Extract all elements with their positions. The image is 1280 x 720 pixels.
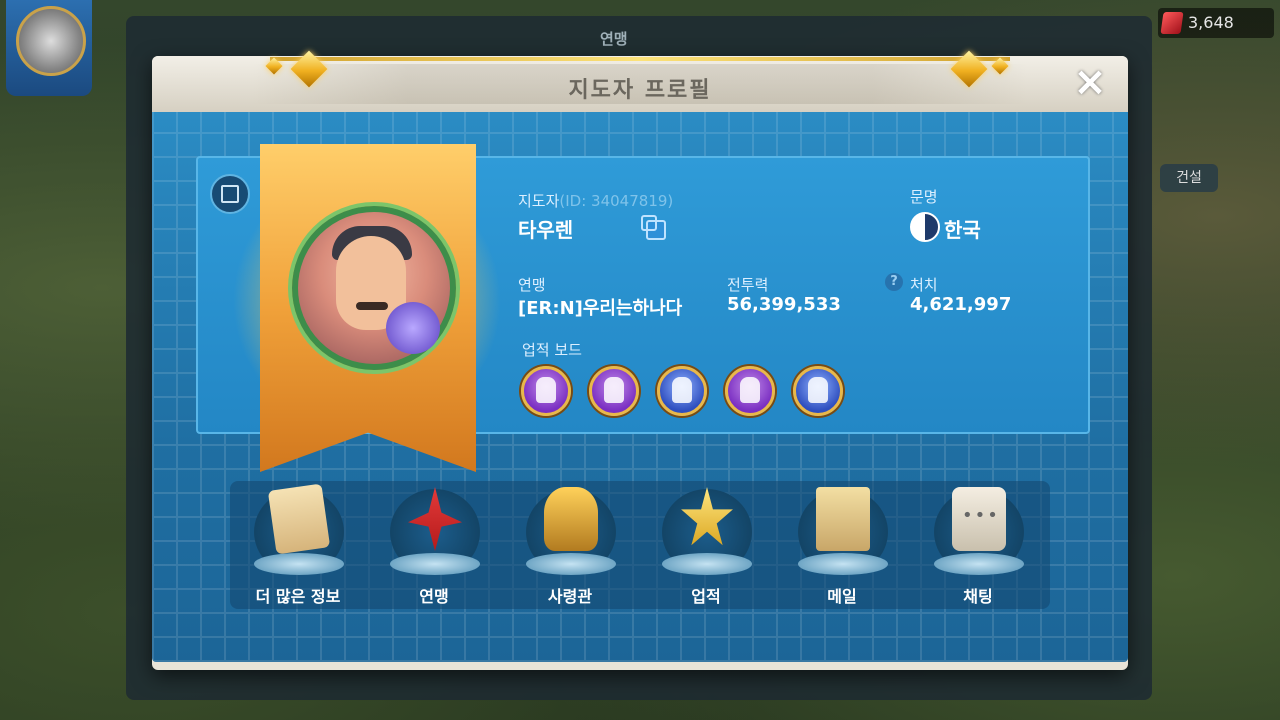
build-button[interactable]: 건설	[1160, 164, 1218, 192]
change-portrait-icon[interactable]	[210, 174, 250, 214]
iris-flower-icon	[386, 302, 440, 354]
achievement-shield-icon[interactable]	[657, 366, 707, 416]
power-label: 전투력	[727, 276, 769, 294]
close-icon[interactable]: ×	[1070, 62, 1110, 104]
kills-label: 처치	[910, 276, 938, 294]
action-bar: 더 많은 정보 연맹 사령관 업적 메일 ••• 채팅	[230, 481, 1050, 609]
leader-name: 타우렌	[518, 218, 574, 242]
portrait-mustache	[356, 302, 388, 310]
modal-title: 지도자 프로필	[568, 78, 712, 103]
korea-flag-icon	[910, 212, 940, 242]
player-avatar-badge[interactable]	[6, 0, 92, 96]
action-pedestal	[798, 553, 888, 575]
chat-label: 채팅	[963, 587, 993, 606]
modal-header: 지도자 프로필 ×	[152, 50, 1128, 112]
commander-button[interactable]: 사령관	[510, 481, 630, 609]
scroll-icon	[267, 483, 331, 555]
achievement-general-icon[interactable]	[725, 366, 775, 416]
alliance-button[interactable]: 연맹	[374, 481, 494, 609]
alliance-label: 연맹	[419, 587, 449, 606]
player-avatar	[16, 6, 86, 76]
mail-icon	[816, 487, 870, 551]
leader-label-text: 지도자	[518, 192, 560, 210]
copy-icon[interactable]	[641, 215, 666, 240]
action-pedestal	[254, 553, 344, 575]
achievement-spartan-icon[interactable]	[589, 366, 639, 416]
background-panel-title: 연맹	[600, 30, 628, 48]
help-icon[interactable]: ?	[885, 273, 903, 291]
chat-button[interactable]: 채팅	[918, 481, 1038, 609]
alliance-label: 연맹	[518, 276, 546, 294]
gem-icon	[1160, 12, 1184, 34]
action-pedestal	[390, 553, 480, 575]
leader-label: 지도자(ID: 34047819)	[518, 190, 673, 211]
action-pedestal	[662, 553, 752, 575]
leader-id: (ID: 34047819)	[559, 192, 674, 210]
action-pedestal	[526, 553, 616, 575]
achievement-warrior-icon[interactable]	[521, 366, 571, 416]
achievement-knight-icon[interactable]	[793, 366, 843, 416]
achievements-button[interactable]: 업적	[646, 481, 766, 609]
leader-portrait[interactable]	[292, 206, 456, 370]
more-info-button[interactable]: 더 많은 정보	[238, 481, 358, 609]
commander-label: 사령관	[547, 587, 593, 606]
gem-count: 3,648	[1188, 13, 1234, 32]
civilization-value: 한국	[944, 218, 981, 242]
leader-profile-modal: 지도자 프로필 × 지도자(ID: 34047819) 타우렌 문명 한국 연맹…	[152, 50, 1128, 670]
kills-value: 4,621,997	[910, 294, 1012, 315]
civilization-label: 문명	[910, 188, 938, 206]
mail-label: 메일	[827, 587, 857, 606]
more-info-label: 더 많은 정보	[255, 587, 341, 606]
commander-helmet-icon	[544, 487, 598, 551]
achievement-board-label: 업적 보드	[522, 341, 582, 359]
gold-trim	[270, 57, 1010, 61]
achievements-label: 업적	[691, 587, 721, 606]
action-pedestal	[934, 553, 1024, 575]
gem-resource-counter[interactable]: 3,648	[1158, 8, 1274, 38]
chat-icon	[952, 487, 1006, 551]
mail-button[interactable]: 메일	[782, 481, 902, 609]
power-value: 56,399,533	[727, 294, 841, 315]
alliance-value[interactable]: [ER:N]우리는하나다	[518, 294, 682, 320]
